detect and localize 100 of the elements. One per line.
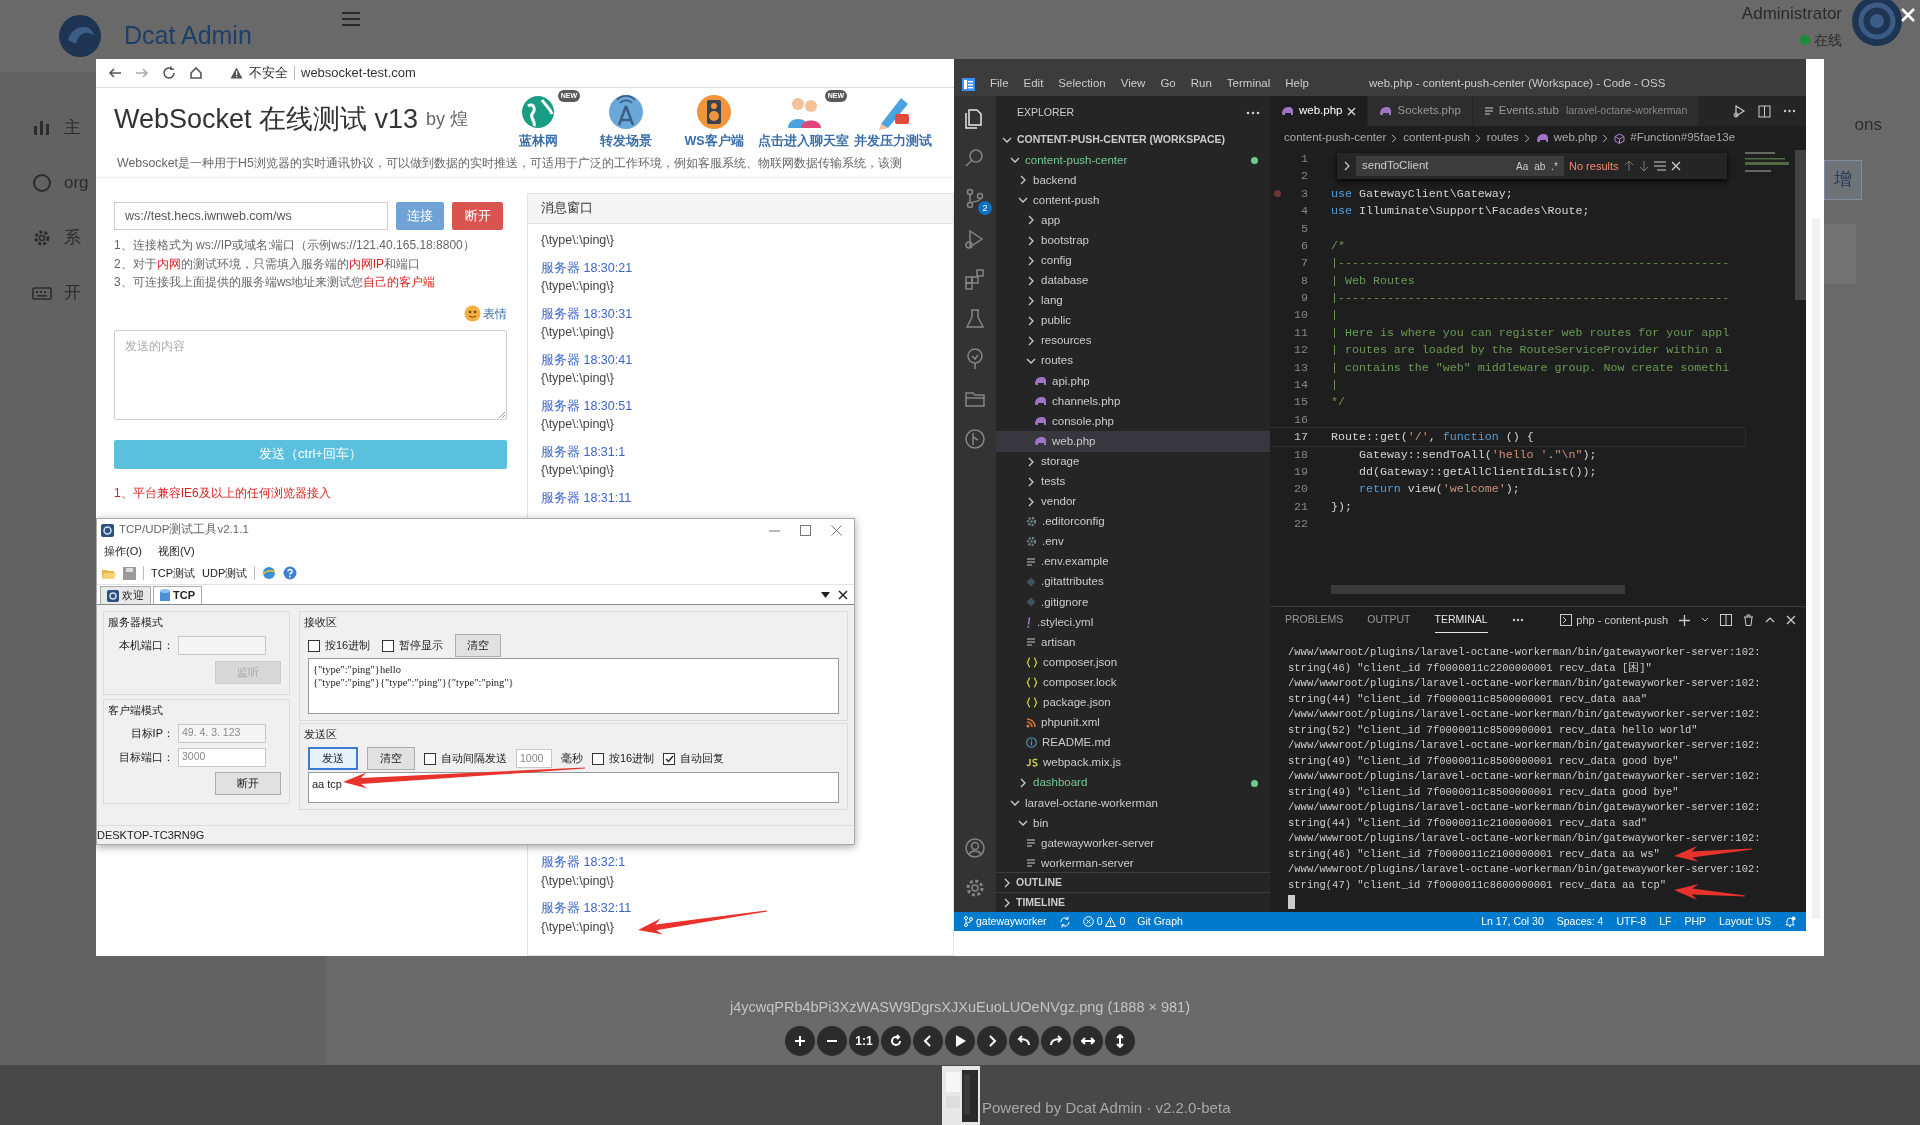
reload-icon[interactable] (162, 66, 176, 80)
close-icon[interactable] (838, 590, 848, 600)
file-tree-item[interactable]: artisan (996, 632, 1270, 653)
menu-item[interactable]: Selection (1058, 75, 1106, 93)
split-editor-icon[interactable] (1758, 104, 1771, 118)
checkbox[interactable] (308, 639, 320, 652)
flask-icon[interactable] (963, 307, 987, 331)
branch-status[interactable]: gatewayworker (964, 913, 1047, 930)
menu-item[interactable]: Go (1160, 75, 1176, 93)
warning-count[interactable]: 0 (1119, 913, 1126, 930)
toolbar-button[interactable] (977, 1026, 1007, 1056)
panel-tab[interactable]: TERMINAL (1434, 607, 1488, 633)
file-tree-item[interactable]: CONTENT-PUSH-CENTER (WORKSPACE) (996, 130, 1270, 151)
checkbox[interactable] (592, 752, 604, 765)
file-tree-item[interactable]: storage (996, 451, 1270, 472)
status-item[interactable]: Spaces: 4 (1556, 913, 1604, 930)
find-field[interactable]: sendToClient Aa ab .* (1356, 156, 1564, 176)
find-option[interactable]: ab (1534, 158, 1546, 174)
toolbar-button[interactable] (913, 1026, 943, 1056)
status-item[interactable]: PHP (1684, 913, 1707, 930)
file-tree-item[interactable]: package.json (996, 692, 1270, 713)
save-icon[interactable] (123, 566, 136, 580)
disconnect-button[interactable]: 断开 (215, 771, 281, 795)
toolbar-button[interactable] (1073, 1026, 1103, 1056)
file-tree-item[interactable]: .styleci.yml (996, 612, 1270, 633)
toolbar-button[interactable] (1041, 1026, 1071, 1056)
tab[interactable]: TCP (153, 586, 202, 604)
file-tree-item[interactable]: phpunit.xml (996, 712, 1270, 733)
nav-link[interactable]: WS客户端 (684, 131, 744, 151)
globe-icon[interactable] (520, 93, 557, 130)
checkbox[interactable] (382, 639, 395, 652)
port-field[interactable] (178, 636, 266, 655)
file-tree-item[interactable]: lang (996, 290, 1270, 311)
file-tree-item[interactable]: web.php (996, 431, 1270, 452)
split-icon[interactable] (1720, 614, 1732, 626)
scrollbar-thumb[interactable] (1795, 150, 1806, 300)
toolbar-button[interactable] (1105, 1026, 1135, 1056)
file-tree-item[interactable]: bin (996, 813, 1270, 834)
status-item[interactable]: Ln 17, Col 30 (1481, 913, 1544, 930)
file-tree-item[interactable]: content-push (996, 190, 1270, 211)
toolbar-button[interactable] (881, 1026, 911, 1056)
clear-button[interactable]: 清空 (367, 747, 415, 770)
checkbox-label[interactable]: 暂停显示 (399, 637, 444, 654)
editor-tab[interactable]: web.php (1270, 96, 1369, 126)
panel-tab[interactable]: OUTPUT (1367, 607, 1411, 633)
checkbox-label[interactable]: 按16进制 (325, 637, 371, 654)
more-icon[interactable] (1246, 111, 1260, 115)
more-icon[interactable] (1511, 618, 1524, 622)
selection-icon[interactable] (1653, 161, 1666, 171)
file-tree-item[interactable]: api.php (996, 371, 1270, 392)
footer-link[interactable]: Dcat Admin (1065, 1098, 1143, 1116)
account-icon[interactable] (963, 836, 987, 860)
file-tree-item[interactable]: console.php (996, 411, 1270, 432)
file-tree-item[interactable]: laravel-octane-workerman (996, 793, 1270, 814)
port-field[interactable]: 3000 (178, 747, 266, 767)
file-tree-item[interactable]: webpack.mix.js (996, 752, 1270, 773)
file-tree-item[interactable]: tests (996, 471, 1270, 492)
trash-icon[interactable] (1743, 614, 1754, 626)
send-field[interactable]: aa tcp (308, 772, 839, 803)
menu-icon[interactable] (341, 12, 360, 26)
file-tree-item[interactable]: README.md (996, 732, 1270, 753)
maximize-icon[interactable] (800, 524, 811, 536)
plus-icon[interactable] (1679, 614, 1690, 626)
nav-link[interactable]: 并发压力测试 (854, 131, 933, 151)
checkbox-label[interactable]: 按16进制 (609, 750, 655, 767)
file-tree-item[interactable]: database (996, 270, 1270, 291)
breadcrumb-item[interactable]: content-push (1403, 129, 1470, 147)
nav-link[interactable]: 点击进入聊天室 (758, 131, 850, 151)
file-tree-item[interactable]: gatewayworker-server (996, 833, 1270, 854)
menu-item[interactable]: File (990, 75, 1009, 93)
file-tree-item[interactable]: .env.example (996, 551, 1270, 573)
file-tree-item[interactable]: backend (996, 170, 1270, 191)
file-tree-item[interactable]: composer.lock (996, 672, 1270, 693)
menu-item[interactable]: Help (1285, 75, 1309, 93)
bell-icon[interactable] (1784, 915, 1796, 928)
send-button[interactable]: 发送 (308, 747, 358, 770)
find-option[interactable]: .* (1551, 158, 1558, 174)
arrow-down-icon[interactable] (1638, 160, 1649, 172)
file-tree-item[interactable]: workerman-server (996, 853, 1270, 872)
status-item[interactable]: Git Graph (1137, 913, 1183, 930)
sync-icon[interactable] (1058, 915, 1071, 928)
section-header[interactable]: OUTLINE (996, 872, 1270, 892)
checkbox[interactable] (663, 752, 676, 765)
status-item[interactable]: LF (1659, 913, 1672, 930)
file-tree-item[interactable]: resources (996, 330, 1270, 352)
toolbar-button[interactable] (785, 1026, 815, 1056)
graph-icon[interactable] (963, 427, 987, 451)
tab[interactable]: 欢迎 (100, 586, 151, 604)
chevron-right-icon[interactable] (1343, 161, 1351, 171)
home-icon[interactable] (189, 66, 203, 80)
nav-link[interactable]: 蓝林网 (518, 131, 558, 151)
interval-field[interactable]: 1000 (516, 749, 552, 768)
file-tree-item[interactable]: public (996, 310, 1270, 331)
menu-item[interactable]: Edit (1023, 75, 1044, 93)
editor-tab[interactable]: Sockets.php (1368, 96, 1473, 126)
more-icon[interactable] (1783, 109, 1796, 113)
menu-item[interactable]: 视图(V) (157, 543, 195, 560)
address-url[interactable]: websocket-test.com (301, 63, 416, 83)
antenna-icon[interactable] (608, 93, 645, 130)
checkbox[interactable] (424, 752, 436, 765)
